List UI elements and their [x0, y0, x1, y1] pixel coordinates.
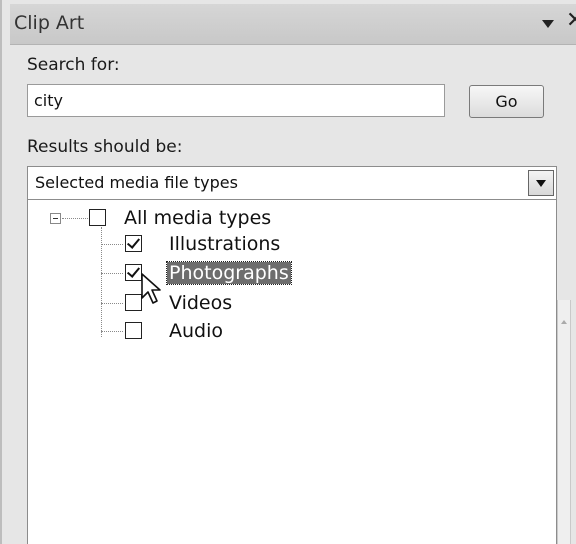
tree-connector — [101, 303, 123, 304]
tree-connector — [101, 244, 123, 245]
search-label: Search for: — [27, 55, 120, 75]
all-media-types-label[interactable]: All media types — [124, 207, 271, 229]
tree-connector — [101, 273, 123, 274]
mouse-cursor-icon — [141, 273, 161, 304]
media-type-tree: All media types Illustrations Photograph… — [27, 199, 557, 544]
illustrations-label[interactable]: Illustrations — [169, 233, 280, 255]
photographs-label[interactable]: Photographs — [166, 261, 292, 285]
illustrations-checkbox[interactable] — [125, 235, 142, 252]
audio-label[interactable]: Audio — [169, 320, 223, 342]
tree-connector — [101, 331, 123, 332]
tree-connector — [62, 218, 88, 219]
results-label: Results should be: — [27, 137, 183, 157]
media-type-select[interactable]: Selected media file types — [27, 166, 557, 200]
collapse-icon[interactable] — [50, 213, 61, 224]
search-input[interactable] — [27, 84, 445, 117]
go-button[interactable]: Go — [469, 85, 544, 118]
chevron-down-icon[interactable] — [542, 20, 554, 28]
videos-label[interactable]: Videos — [169, 292, 232, 314]
scroll-up-icon[interactable] — [561, 320, 567, 324]
media-type-select-value: Selected media file types — [35, 173, 238, 192]
audio-checkbox[interactable] — [125, 322, 142, 339]
all-media-types-checkbox[interactable] — [89, 209, 106, 226]
close-icon[interactable]: ✕ — [566, 10, 576, 32]
clip-art-pane: Clip Art ✕ Search for: Go Results should… — [0, 0, 576, 544]
pane-title: Clip Art — [14, 12, 85, 34]
pane-title-bar: Clip Art ✕ — [10, 4, 576, 45]
scrollbar[interactable] — [557, 300, 571, 544]
dropdown-arrow-icon[interactable] — [528, 170, 554, 196]
